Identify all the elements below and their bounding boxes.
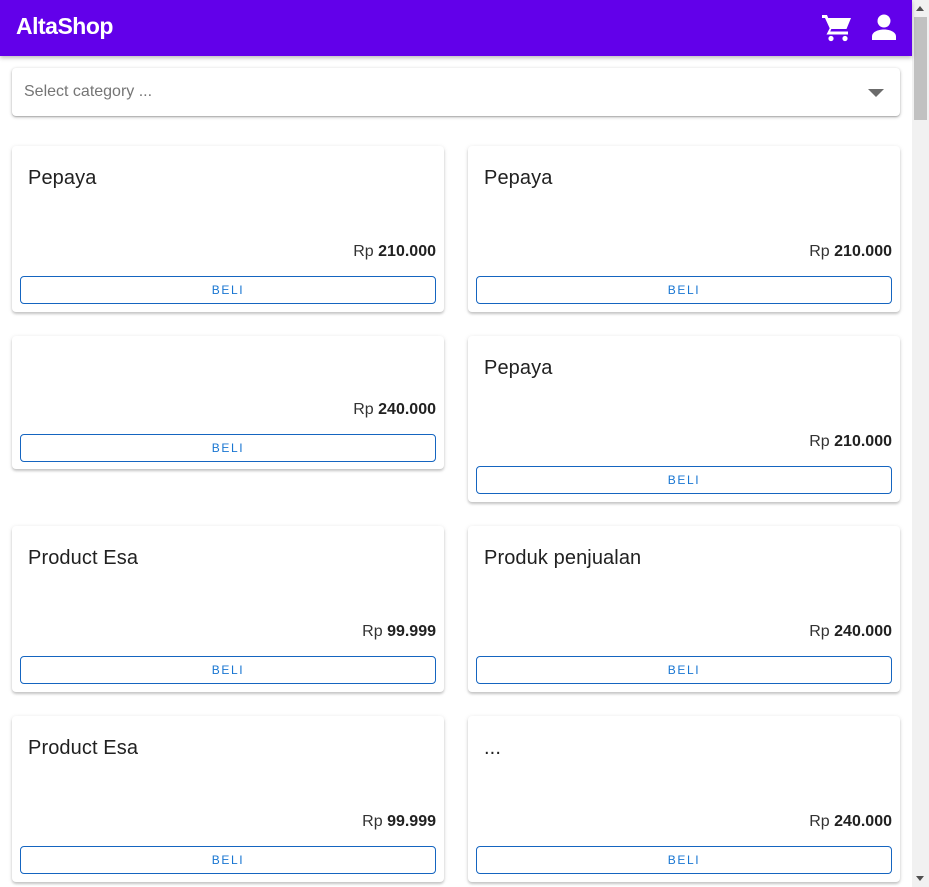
buy-button[interactable]: BELI: [476, 466, 892, 494]
app-brand[interactable]: AltaShop: [16, 13, 113, 40]
user-icon[interactable]: [871, 14, 897, 40]
product-name: Pepaya: [484, 167, 553, 189]
product-price: Rp 210.000: [809, 433, 892, 451]
product-price: Rp 210.000: [809, 243, 892, 261]
price-amount: 210.000: [834, 243, 892, 260]
price-amount: 240.000: [834, 623, 892, 640]
product-card: Pepaya Rp 210.000 BELI: [468, 146, 900, 312]
product-name: Product Esa: [28, 737, 139, 759]
price-amount: 240.000: [834, 813, 892, 830]
scroll-down-arrow-icon[interactable]: [916, 876, 924, 881]
buy-button[interactable]: BELI: [20, 434, 436, 462]
product-price: Rp 99.999: [362, 623, 436, 641]
scrollbar-thumb[interactable]: [914, 17, 927, 120]
price-amount: 99.999: [387, 813, 436, 830]
price-currency: Rp: [353, 243, 374, 260]
product-price: Rp 99.999: [362, 813, 436, 831]
price-amount: 99.999: [387, 623, 436, 640]
category-select[interactable]: Select category ...: [12, 68, 900, 116]
buy-button[interactable]: BELI: [476, 276, 892, 304]
product-price: Rp 240.000: [353, 401, 436, 419]
product-card: Produk penjualan Rp 240.000 BELI: [468, 526, 900, 692]
product-price: Rp 210.000: [353, 243, 436, 261]
product-name: Pepaya: [484, 357, 553, 379]
buy-button[interactable]: BELI: [20, 276, 436, 304]
price-currency: Rp: [809, 433, 830, 450]
scroll-up-arrow-icon[interactable]: [916, 6, 924, 11]
price-amount: 240.000: [378, 401, 436, 418]
product-card: ... Rp 240.000 BELI: [468, 716, 900, 882]
buy-button[interactable]: BELI: [20, 656, 436, 684]
price-currency: Rp: [362, 623, 383, 640]
price-currency: Rp: [353, 401, 374, 418]
product-name: Pepaya: [28, 167, 97, 189]
cart-icon[interactable]: [821, 14, 853, 42]
product-name: Produk penjualan: [484, 547, 642, 569]
product-price: Rp 240.000: [809, 813, 892, 831]
page-scrollbar[interactable]: [912, 0, 929, 887]
product-name: ...: [484, 737, 501, 759]
chevron-down-icon[interactable]: [868, 89, 884, 97]
buy-button[interactable]: BELI: [476, 656, 892, 684]
price-currency: Rp: [362, 813, 383, 830]
category-select-placeholder: Select category ...: [24, 83, 153, 100]
price-currency: Rp: [809, 623, 830, 640]
price-amount: 210.000: [378, 243, 436, 260]
app-bar: AltaShop: [0, 0, 912, 56]
price-amount: 210.000: [834, 433, 892, 450]
buy-button[interactable]: BELI: [476, 846, 892, 874]
product-card: Pepaya Rp 210.000 BELI: [12, 146, 444, 312]
price-currency: Rp: [809, 813, 830, 830]
product-name: Product Esa: [28, 547, 139, 569]
product-card: Rp 240.000 BELI: [12, 336, 444, 469]
product-card: Pepaya Rp 210.000 BELI: [468, 336, 900, 502]
price-currency: Rp: [809, 243, 830, 260]
buy-button[interactable]: BELI: [20, 846, 436, 874]
product-card: Product Esa Rp 99.999 BELI: [12, 526, 444, 692]
product-price: Rp 240.000: [809, 623, 892, 641]
product-card: Product Esa Rp 99.999 BELI: [12, 716, 444, 882]
